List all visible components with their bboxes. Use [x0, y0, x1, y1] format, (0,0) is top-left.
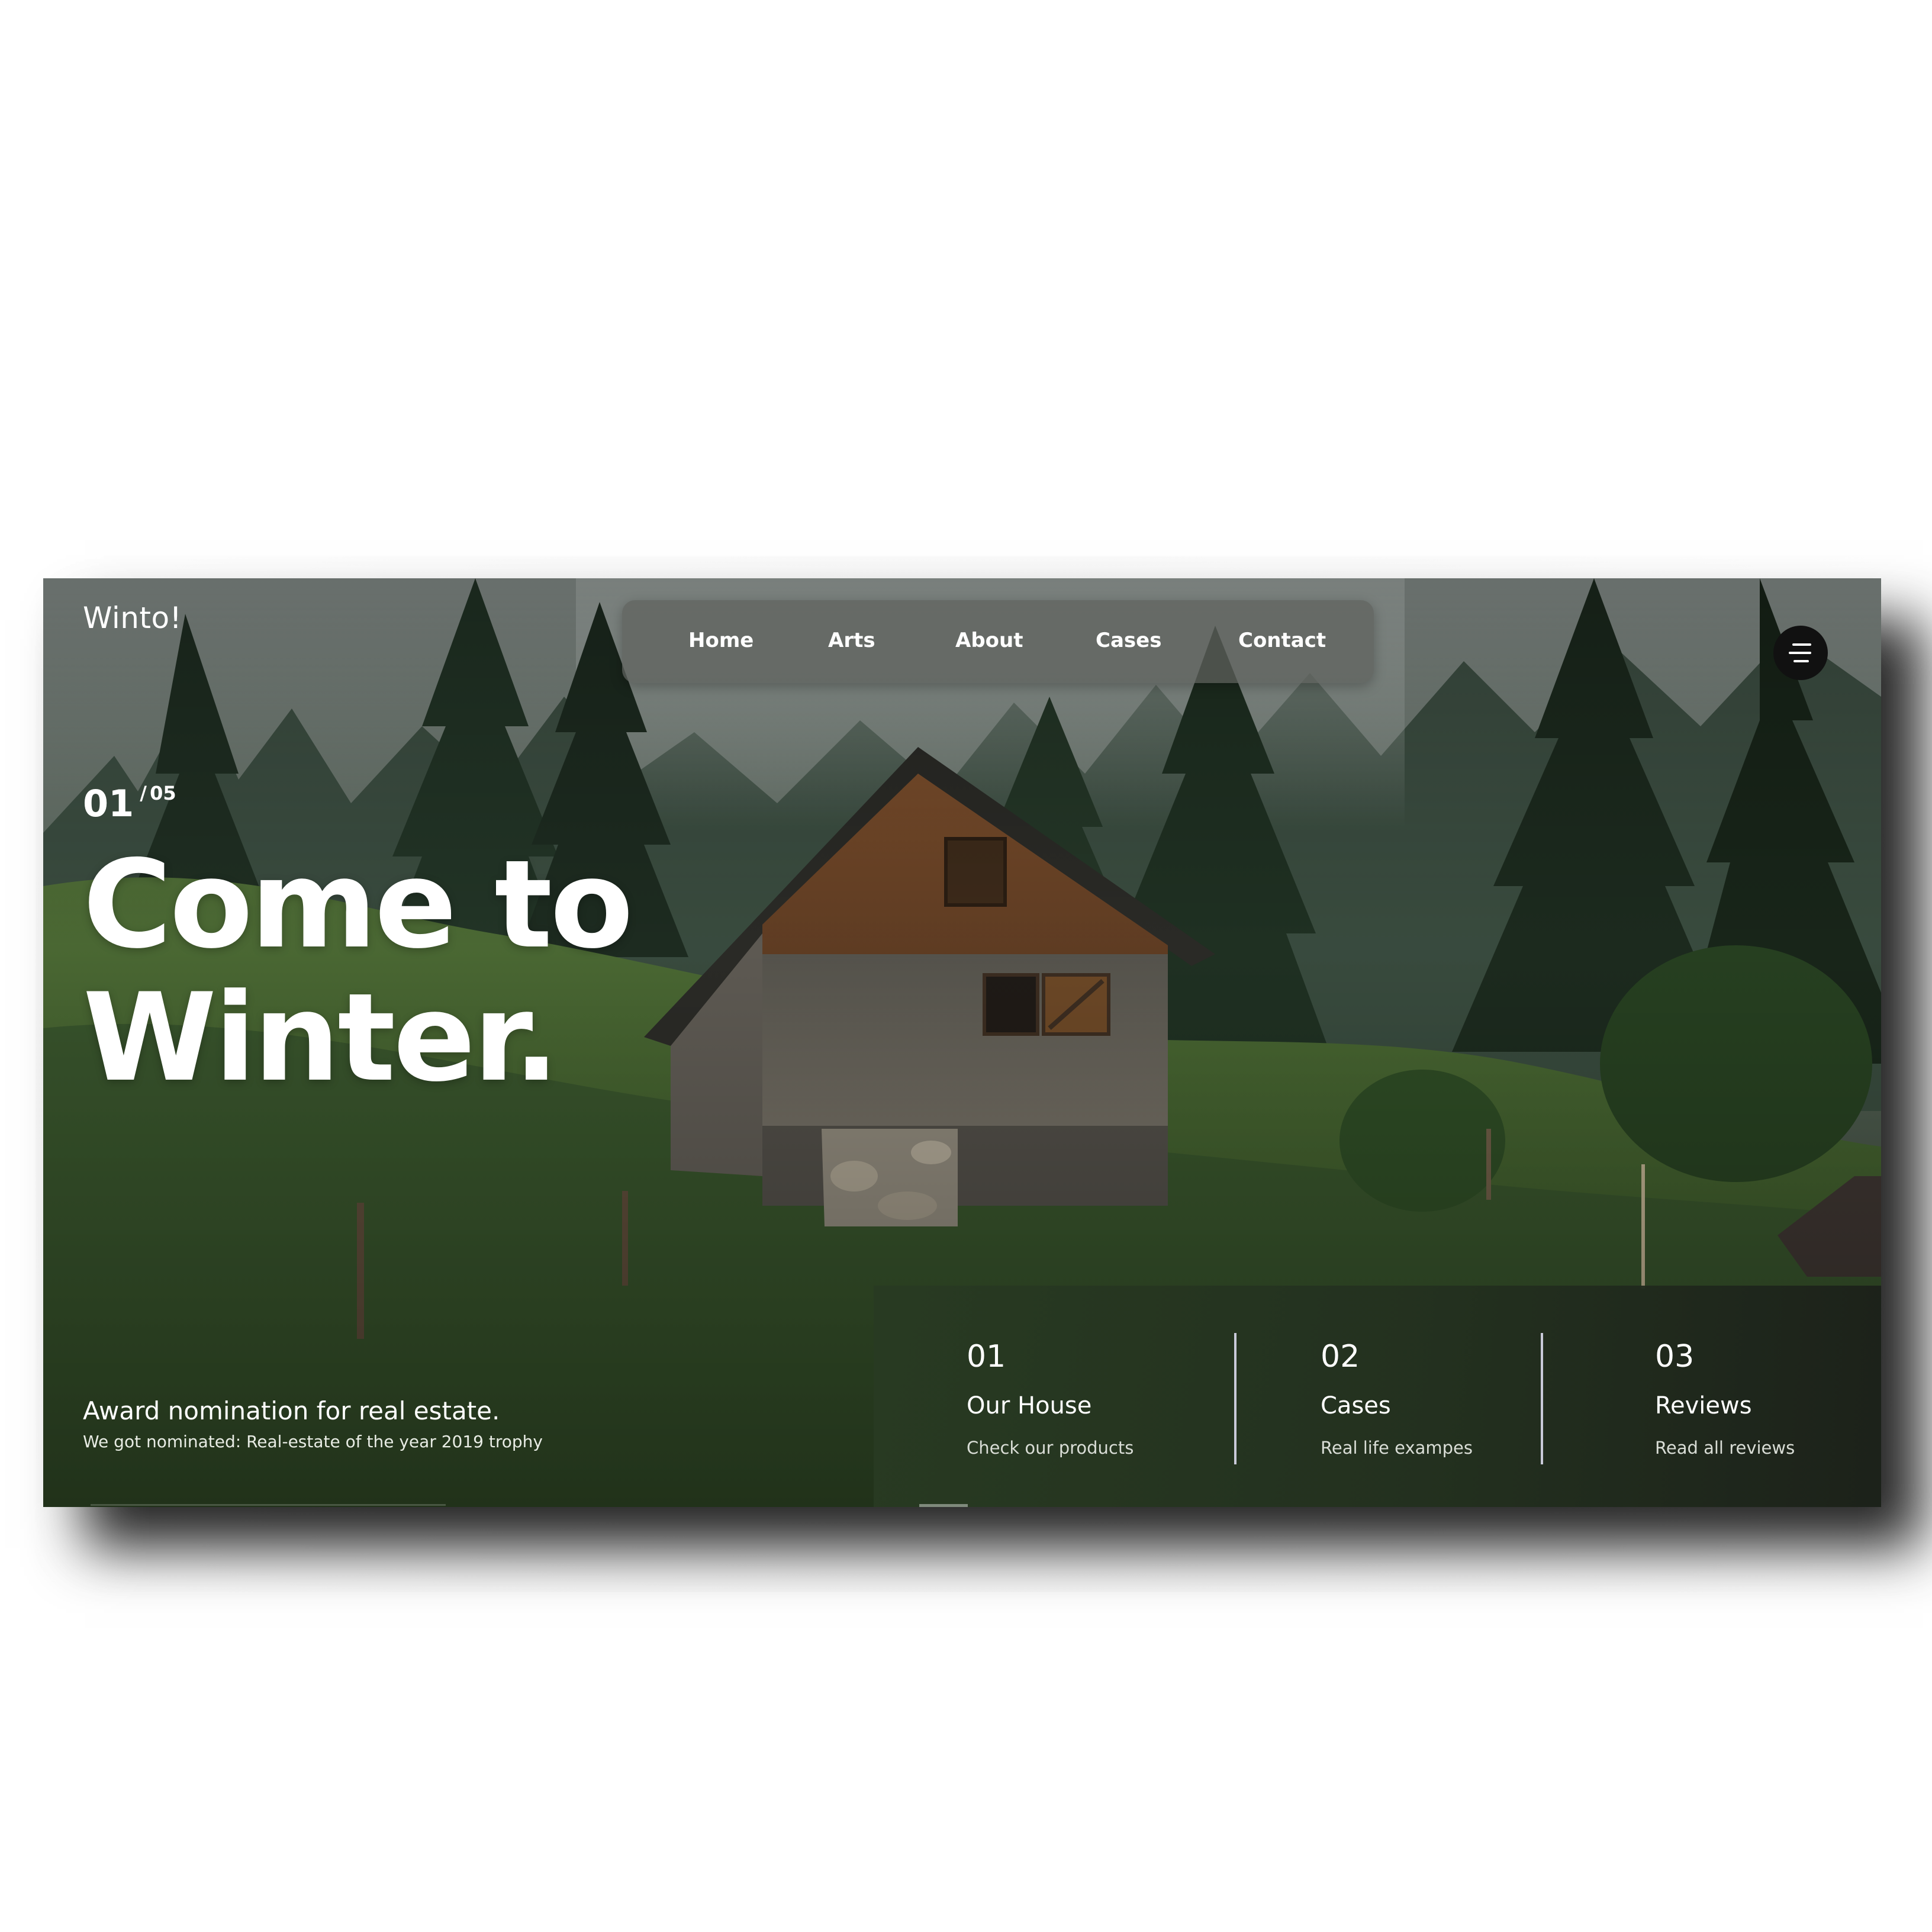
- card-our-house[interactable]: 01 Our House Check our products: [967, 1286, 1215, 1507]
- card-title: Cases: [1321, 1392, 1391, 1419]
- feature-cards-panel: 01 Our House Check our products 02 Cases…: [874, 1286, 1881, 1507]
- nav-link-arts[interactable]: Arts: [828, 629, 875, 652]
- card-number: 03: [1655, 1339, 1695, 1374]
- card-number: 02: [1321, 1339, 1360, 1374]
- menu-button[interactable]: [1773, 626, 1828, 680]
- menu-lines-icon: [1789, 643, 1811, 662]
- card-divider: [1541, 1333, 1543, 1464]
- card-description: Check our products: [967, 1438, 1134, 1458]
- bottom-divider: [91, 1504, 446, 1506]
- nav-link-about[interactable]: About: [955, 629, 1023, 652]
- card-title: Reviews: [1655, 1392, 1752, 1419]
- award-subtitle: We got nominated: Real-estate of the yea…: [83, 1432, 543, 1451]
- headline-line-1: Come to: [83, 835, 633, 975]
- brand-logo[interactable]: Winto!: [83, 601, 182, 635]
- page: Winto! Home Arts About Cases Contact 01 /…: [0, 0, 1932, 1932]
- slide-total: 05: [150, 782, 176, 804]
- headline-line-2: Winter.: [83, 968, 559, 1109]
- card-description: Read all reviews: [1655, 1438, 1795, 1458]
- slide-separator: /: [140, 782, 147, 804]
- nav-link-home[interactable]: Home: [688, 629, 754, 652]
- card-divider: [1234, 1333, 1237, 1464]
- hero-headline: Come to Winter.: [83, 839, 704, 1105]
- slide-progress-indicator: [919, 1504, 968, 1507]
- card-description: Real life exampes: [1321, 1438, 1473, 1458]
- slide-counter: 01 / 05: [83, 782, 176, 825]
- nav-link-cases[interactable]: Cases: [1096, 629, 1161, 652]
- award-title: Award nomination for real estate.: [83, 1396, 500, 1425]
- card-cases[interactable]: 02 Cases Real life exampes: [1321, 1286, 1557, 1507]
- card-reviews[interactable]: 03 Reviews Read all reviews: [1655, 1286, 1868, 1507]
- nav-link-contact[interactable]: Contact: [1238, 629, 1326, 652]
- card-title: Our House: [967, 1392, 1092, 1419]
- hero-section: Winto! Home Arts About Cases Contact 01 /…: [43, 578, 1881, 1507]
- main-navigation: Home Arts About Cases Contact: [622, 600, 1374, 683]
- slide-current: 01: [83, 782, 134, 825]
- card-number: 01: [967, 1339, 1006, 1374]
